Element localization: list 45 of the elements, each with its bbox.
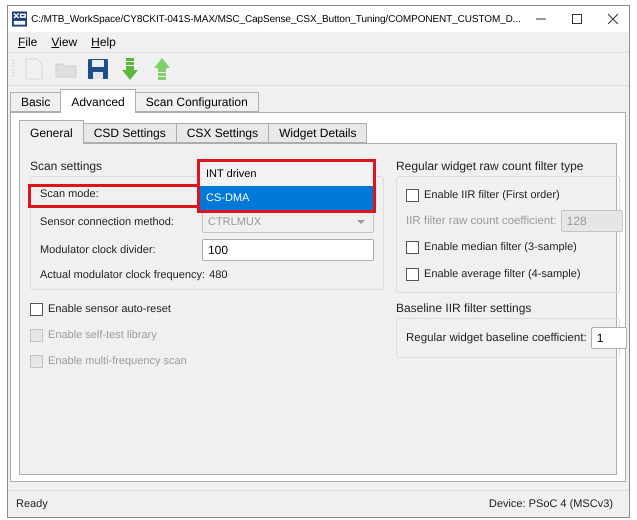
checkbox-label: Enable IIR filter (First order) xyxy=(424,189,560,201)
menu-item[interactable]: View xyxy=(45,33,84,51)
field-value: 480 xyxy=(209,269,228,281)
dropdown-option[interactable]: INT driven xyxy=(200,162,373,186)
menu-item[interactable]: Help xyxy=(85,33,122,51)
group-title: Baseline IIR filter settings xyxy=(396,301,532,315)
tab[interactable]: Advanced xyxy=(60,89,136,113)
checkbox[interactable] xyxy=(406,268,419,280)
maximize-icon xyxy=(570,13,583,25)
field-label: Actual modulator clock frequency: xyxy=(40,269,206,281)
tab[interactable]: Scan Configuration xyxy=(134,92,259,112)
dropdown-option[interactable]: CS-DMA xyxy=(200,186,373,210)
checkbox-label: Enable sensor auto-reset xyxy=(48,303,171,315)
input-field[interactable]: 1 xyxy=(590,327,627,349)
checkbox[interactable] xyxy=(406,240,419,254)
tab[interactable]: General xyxy=(19,120,84,144)
checkbox-label: Enable average filter (4-sample) xyxy=(424,268,581,280)
document-icon xyxy=(25,58,43,80)
up-arrow-icon xyxy=(153,57,171,81)
checkbox[interactable] xyxy=(406,188,419,202)
checkbox-label: Enable multi-frequency scan xyxy=(48,355,187,367)
field-label: Modulator clock divider: xyxy=(40,244,157,256)
down-arrow-icon xyxy=(121,57,139,81)
field-label: Scan mode: xyxy=(40,188,99,200)
toolbar-grip-icon xyxy=(12,59,15,79)
device-label: Device: PSoC 4 (MSCv3) xyxy=(488,498,613,510)
tab[interactable]: CSD Settings xyxy=(82,123,177,143)
caret-icon xyxy=(357,220,365,224)
menu-item[interactable]: File xyxy=(12,33,44,51)
app-logo-icon xyxy=(12,11,28,27)
group-title: Regular widget raw count filter type xyxy=(396,159,584,173)
checkbox[interactable] xyxy=(30,302,43,316)
field-label: Regular widget baseline coefficient: xyxy=(406,332,587,344)
input-field[interactable]: 100 xyxy=(202,239,374,261)
toolbar-button[interactable] xyxy=(85,56,111,82)
close-icon xyxy=(606,13,619,25)
tab[interactable]: Basic xyxy=(10,92,62,112)
status-message: Ready xyxy=(16,498,48,510)
checkbox-label: Enable median filter (3-sample) xyxy=(424,241,577,253)
tab[interactable]: CSX Settings xyxy=(176,123,270,143)
window-title: C:/MTB_WorkSpace/CY8CKIT-041S-MAX/MSC_CapSense_CSX_Button_Tuning/COMPONENT_CUSTOM_D... xyxy=(31,14,521,24)
field-label: Sensor connection method: xyxy=(40,216,175,228)
tab[interactable]: Widget Details xyxy=(268,123,368,143)
field-label: IIR filter raw count coefficient: xyxy=(406,215,557,227)
checkbox-label: Enable self-test library xyxy=(48,329,157,341)
